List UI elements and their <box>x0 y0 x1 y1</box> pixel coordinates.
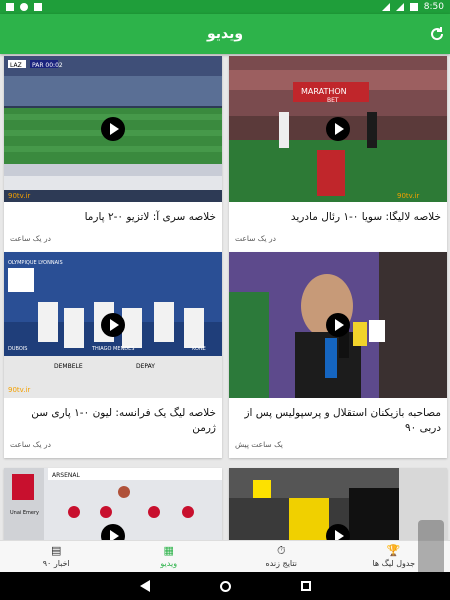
trophy-icon: 🏆 <box>386 544 401 557</box>
play-icon[interactable] <box>326 313 350 337</box>
lineup-title: OLYMPIQUE LYONNAIS <box>8 260 63 266</box>
play-icon[interactable] <box>326 117 350 141</box>
video-title: خلاصه لیگ یک فرانسه: لیون ۰-۱ پاری سن ژر… <box>31 407 216 434</box>
tab-news-90[interactable]: ▤ اخبار ۹۰ <box>0 541 113 572</box>
tab-label: نتایج زنده <box>265 559 298 568</box>
tab-video[interactable]: ▦ ویدیو <box>113 541 226 572</box>
tab-label: ویدیو <box>160 559 178 568</box>
app-bar: ویدیو <box>0 14 450 54</box>
page-title: ویدیو <box>206 26 244 42</box>
back-icon[interactable] <box>139 580 150 592</box>
video-title: خلاصه سری آ: لاتزیو ۰-۲ پارما <box>84 211 216 223</box>
score-overlay: PAR 00:02 <box>32 62 63 69</box>
video-thumbnail <box>229 252 447 398</box>
video-thumbnail: PAR 00:02 LAZ 90tv.ir <box>4 56 222 202</box>
play-icon[interactable] <box>101 117 125 141</box>
video-thumbnail <box>229 468 447 540</box>
tab-label: اخبار ۹۰ <box>42 559 70 568</box>
video-title: خلاصه لالیگا: سویا ۰-۱ رئال مادرید <box>290 211 441 223</box>
coach-label: Unai Emery <box>10 510 39 516</box>
video-time: در یک ساعت <box>10 440 51 449</box>
tab-label: جدول لیگ ها <box>372 559 416 568</box>
sponsor-text: MARATHON <box>301 87 347 96</box>
tab-live-results[interactable]: ⏱ نتایج زنده <box>225 541 338 572</box>
video-card[interactable]: Unai Emery ARSENAL <box>4 468 222 540</box>
settings-status-icon <box>20 3 28 11</box>
team-title: ARSENAL <box>52 472 80 479</box>
battery-icon <box>409 3 418 11</box>
watermark-text: 90tv.ir <box>8 386 30 394</box>
video-grid: PAR 00:02 LAZ 90tv.ir خلاصه سری آ: لاتزی… <box>0 54 450 540</box>
bottom-navigation: 🏆 جدول لیگ ها ⏱ نتایج زنده ▦ ویدیو ▤ اخب… <box>0 540 450 572</box>
video-card[interactable]: OLYMPIQUE LYONNAIS DEMBELE DEPAY DUBOIS … <box>4 252 222 458</box>
watermark-text: 90tv.ir <box>397 192 419 200</box>
system-navigation-bar <box>0 572 450 600</box>
notification-icon <box>6 3 14 11</box>
video-card[interactable]: MARATHON BET 90tv.ir خلاصه لالیگا: سویا … <box>229 56 447 252</box>
video-title: مصاحبه بازیکنان استقلال و پرسپولیس پس از… <box>244 407 441 434</box>
wifi-icon <box>381 3 390 11</box>
watermark-overlay <box>418 520 444 580</box>
sim-icon <box>34 3 42 11</box>
film-icon: ▦ <box>163 544 174 557</box>
newspaper-icon: ▤ <box>51 544 62 557</box>
play-icon[interactable] <box>101 313 125 337</box>
status-bar: 8:50 <box>0 0 450 14</box>
video-thumbnail: OLYMPIQUE LYONNAIS DEMBELE DEPAY DUBOIS … <box>4 252 222 398</box>
video-time: در یک ساعت <box>235 234 276 243</box>
player-label: KONE <box>192 346 206 352</box>
video-thumbnail: Unai Emery ARSENAL <box>4 468 222 540</box>
video-time: یک ساعت پیش <box>235 440 283 449</box>
player-label: DEMBELE <box>54 363 83 370</box>
player-label: DUBOIS <box>8 346 27 352</box>
video-card[interactable] <box>229 468 447 540</box>
video-thumbnail: MARATHON BET 90tv.ir <box>229 56 447 202</box>
signal-icon <box>395 3 404 11</box>
player-label: THIAGO MENDES <box>91 346 134 352</box>
watermark-text: 90tv.ir <box>8 192 30 200</box>
recent-apps-icon[interactable] <box>300 581 311 591</box>
home-icon[interactable] <box>219 580 231 592</box>
sponsor-text-2: BET <box>327 97 339 104</box>
refresh-icon[interactable] <box>428 25 446 43</box>
video-card[interactable]: مصاحبه بازیکنان استقلال و پرسپولیس پس از… <box>229 252 447 458</box>
video-card[interactable]: PAR 00:02 LAZ 90tv.ir خلاصه سری آ: لاتزی… <box>4 56 222 252</box>
video-time: در یک ساعت <box>10 234 51 243</box>
team-overlay: LAZ <box>10 62 22 69</box>
status-time: 8:50 <box>423 2 444 12</box>
player-label: DEPAY <box>136 363 155 370</box>
stopwatch-icon: ⏱ <box>276 544 286 557</box>
